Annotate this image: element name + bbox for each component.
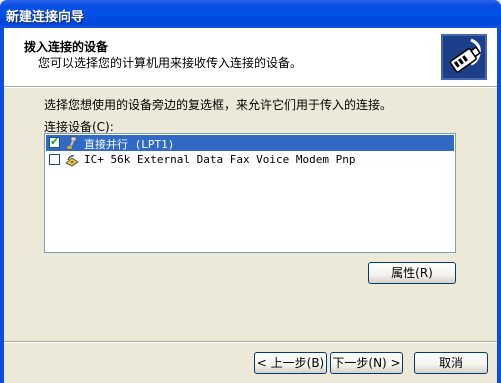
device-item-label: 直接并行 (LPT1): [84, 138, 175, 151]
footer-divider: [4, 341, 497, 343]
next-button[interactable]: 下一步(N) >: [330, 352, 403, 374]
cancel-button[interactable]: 取消: [414, 352, 488, 374]
header-divider: [4, 86, 497, 88]
properties-button[interactable]: 属性(R): [368, 262, 456, 284]
phone-connector-icon: [441, 34, 487, 80]
title-bar[interactable]: 新建连接向导: [0, 0, 501, 28]
window-frame-right: [497, 28, 501, 383]
device-item-label: IC+ 56k External Data Fax Voice Modem Pn…: [84, 153, 356, 166]
device-checkbox-modem[interactable]: [49, 154, 60, 165]
device-item-modem[interactable]: IC+ 56k External Data Fax Voice Modem Pn…: [46, 152, 454, 168]
header-title: 拨入连接的设备: [24, 40, 109, 54]
instructions-text: 选择您想使用的设备旁边的复选框，来允许它们用于传入的连接。: [44, 98, 393, 112]
wizard-header: 拨入连接的设备 您可以选择您的计算机用来接收传入连接的设备。: [4, 28, 497, 86]
header-subtitle: 您可以选择您的计算机用来接收传入连接的设备。: [38, 56, 303, 70]
device-checkbox-lpt1[interactable]: ✔: [49, 135, 60, 148]
back-button[interactable]: < 上一步(B): [254, 352, 327, 374]
device-item-lpt1[interactable]: ✔ 直接并行 (LPT1): [46, 135, 454, 151]
modem-icon: [65, 155, 79, 167]
window-title: 新建连接向导: [6, 10, 85, 25]
checkmark-icon: ✔: [50, 135, 60, 148]
device-listbox[interactable]: ✔ 直接并行 (LPT1) IC+ 56k External Data Fax …: [44, 133, 456, 253]
parallel-cable-icon: [66, 136, 77, 150]
